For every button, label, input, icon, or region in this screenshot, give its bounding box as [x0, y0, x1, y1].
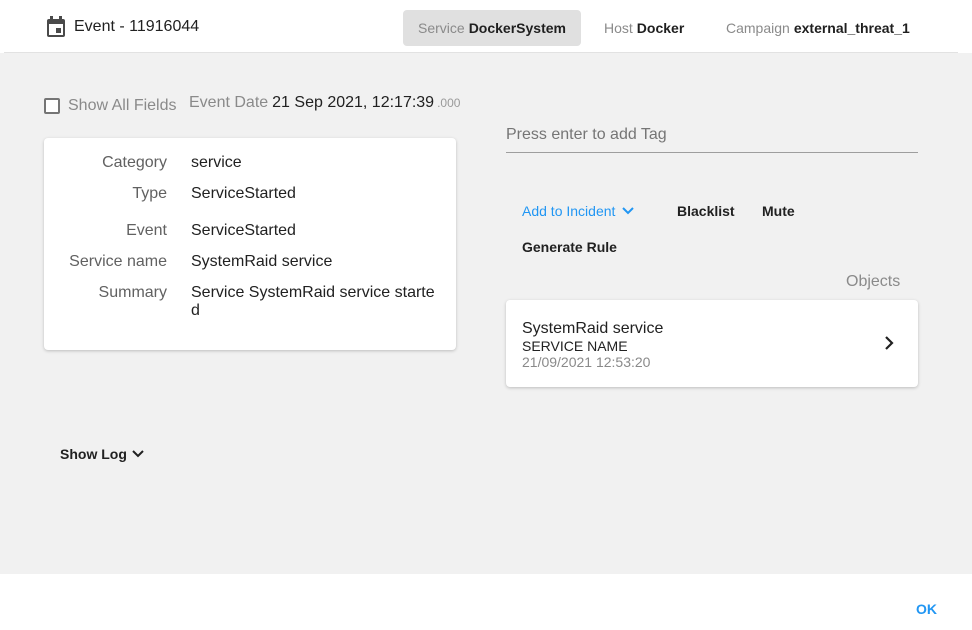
object-type: SERVICE NAME [522, 338, 628, 354]
add-to-incident-button[interactable]: Add to Incident [522, 203, 635, 219]
field-key: Service name [69, 253, 167, 270]
show-all-fields-toggle[interactable]: Show All Fields [44, 97, 177, 115]
show-all-fields-checkbox[interactable] [44, 98, 60, 114]
chevron-down-icon [131, 446, 145, 462]
show-log-label: Show Log [60, 446, 127, 462]
show-all-fields-label: Show All Fields [68, 97, 177, 114]
generate-rule-button[interactable]: Generate Rule [522, 239, 617, 255]
service-chip-value: DockerSystem [468, 20, 566, 36]
tag-input-placeholder: Press enter to add Tag [506, 126, 667, 143]
dialog-header: Event - 11916044 Service DockerSystem Ho… [4, 0, 958, 53]
fields-card: Category service Type ServiceStarted Eve… [44, 138, 456, 350]
objects-label: Objects [846, 273, 901, 290]
field-value: SystemRaid service [191, 253, 333, 270]
host-chip-value: Docker [636, 20, 685, 36]
chevron-right-icon[interactable] [882, 335, 896, 356]
add-to-incident-label: Add to Incident [522, 203, 616, 219]
event-date: Event Date 21 Sep 2021, 12:17:39.000 [189, 94, 460, 112]
dialog-title: Event - 11916044 [46, 16, 199, 38]
host-chip[interactable]: Host Docker [589, 10, 699, 46]
service-chip-label: Service [418, 20, 465, 36]
service-chip[interactable]: Service DockerSystem [403, 10, 581, 46]
event-date-ms: .000 [437, 96, 461, 110]
field-key: Summary [98, 284, 167, 301]
event-date-label: Event Date [189, 94, 269, 111]
mute-button[interactable]: Mute [762, 203, 795, 219]
event-date-value: 21 Sep 2021, 12:17:39 [272, 94, 435, 111]
field-value: ServiceStarted [191, 185, 296, 202]
field-key: Type [132, 185, 167, 202]
ok-button[interactable]: OK [916, 601, 937, 617]
object-card[interactable]: SystemRaid service SERVICE NAME 21/09/20… [506, 300, 918, 387]
dialog-footer: OK [0, 574, 972, 630]
event-title: Event - 11916044 [74, 18, 200, 35]
show-log-button[interactable]: Show Log [60, 446, 145, 462]
object-date: 21/09/2021 12:53:20 [522, 354, 651, 370]
host-chip-label: Host [604, 20, 633, 36]
field-value: service [191, 154, 242, 171]
calendar-icon [46, 16, 66, 38]
campaign-chip-value: external_threat_1 [793, 20, 910, 36]
campaign-chip[interactable]: Campaign external_threat_1 [711, 10, 925, 46]
chevron-down-icon [621, 203, 635, 219]
campaign-chip-label: Campaign [726, 20, 790, 36]
field-value: ServiceStarted [191, 222, 296, 239]
tag-input[interactable]: Press enter to add Tag [506, 124, 918, 153]
field-key: Event [126, 222, 167, 239]
object-name: SystemRaid service [522, 320, 664, 337]
field-key: Category [102, 154, 167, 171]
field-value: Service SystemRaid service started [191, 284, 435, 319]
blacklist-button[interactable]: Blacklist [677, 203, 735, 219]
